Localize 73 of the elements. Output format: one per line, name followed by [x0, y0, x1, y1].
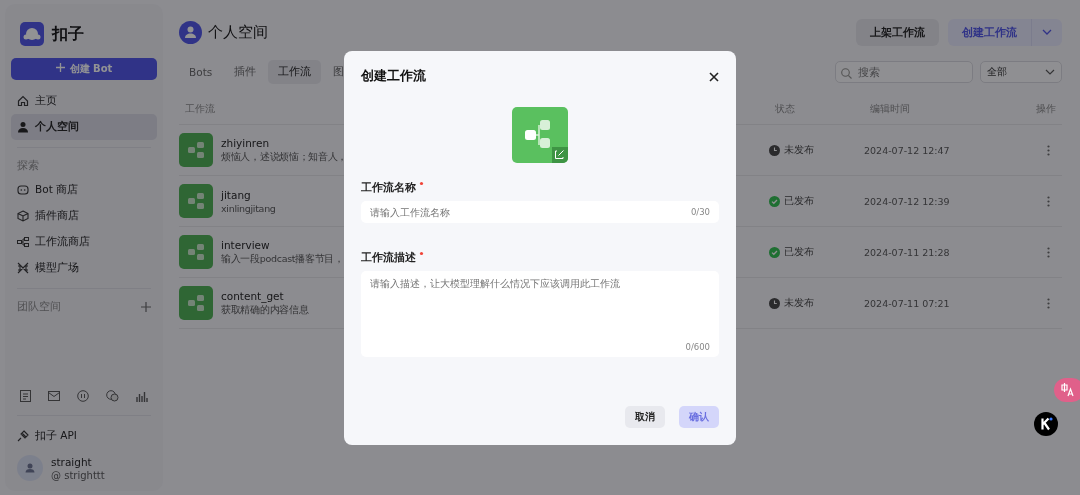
workflow-icon	[179, 133, 213, 167]
tab[interactable]: Bots	[179, 61, 223, 83]
chevron-down-icon	[1042, 29, 1052, 35]
extension-icon[interactable]	[1034, 412, 1058, 436]
chart-icon[interactable]	[136, 390, 149, 402]
search-field[interactable]: 搜索	[835, 61, 973, 83]
logo-icon	[20, 22, 44, 46]
user-handle: @ strighttt	[51, 469, 105, 481]
avatar-icon[interactable]	[17, 455, 43, 481]
check-icon	[769, 246, 780, 258]
clock-icon	[769, 297, 780, 309]
workflow-icon	[179, 235, 213, 269]
tab[interactable]: 工作流	[268, 60, 322, 84]
workflow-icon[interactable]	[512, 107, 568, 163]
edit-time: 2024-07-12 12:39	[864, 195, 951, 207]
workflow-description: 烦恼人，述说烦恼；知音人，	[221, 150, 348, 164]
workflow-name[interactable]: content_get	[221, 289, 309, 302]
more-icon[interactable]	[1047, 246, 1050, 258]
nav-item[interactable]: Bot 商店	[11, 177, 157, 203]
add-icon[interactable]	[141, 302, 151, 312]
workflow-icon	[179, 286, 213, 320]
app-name: 扣子	[52, 23, 84, 45]
edit-time: 2024-07-11 21:28	[864, 246, 951, 258]
character-counter: 0/30	[690, 207, 710, 217]
create-bot-button[interactable]: 创建 Bot	[11, 58, 157, 80]
flow-icon	[17, 236, 29, 248]
edit-time: 2024-07-12 12:47	[864, 144, 951, 156]
cube-icon	[17, 210, 29, 222]
avatar-icon	[179, 20, 202, 44]
document-icon[interactable]	[19, 390, 31, 402]
nav-item[interactable]: 主页	[11, 88, 157, 114]
character-counter: 0/600	[685, 342, 710, 352]
workflow-name[interactable]: jitang	[221, 188, 276, 201]
field-label: 工作流描述	[361, 251, 416, 265]
status-label: 未发布	[784, 143, 814, 157]
clock-icon	[769, 144, 780, 156]
dialog-title: 创建工作流	[361, 68, 426, 85]
nav-item[interactable]: 工作流商店	[11, 229, 157, 255]
search-icon	[841, 67, 852, 79]
page-title: 个人空间	[208, 22, 268, 42]
api-link[interactable]: 扣子 API	[11, 423, 157, 449]
close-icon[interactable]	[709, 71, 719, 82]
workflow-description: xinlingjitang	[221, 202, 276, 214]
workflow-name[interactable]: interview	[221, 238, 344, 251]
edit-time: 2024-07-11 07:21	[864, 297, 951, 309]
home-icon	[17, 95, 29, 107]
field-label: 工作流名称	[361, 181, 416, 195]
workflow-icon	[179, 184, 213, 218]
model-icon	[17, 262, 29, 274]
plus-icon	[55, 63, 65, 72]
tab[interactable]: 插件	[224, 60, 267, 84]
more-icon[interactable]	[1047, 144, 1050, 156]
user-name: straight	[51, 455, 93, 468]
check-icon	[769, 195, 780, 207]
publish-workflow-button[interactable]: 上架工作流	[856, 18, 939, 46]
bot-icon	[17, 184, 29, 196]
status-label: 未发布	[784, 296, 814, 310]
workflow-name[interactable]: zhiyinren	[221, 136, 348, 149]
nav-item[interactable]: 个人空间	[11, 114, 157, 140]
more-icon[interactable]	[1047, 297, 1050, 309]
translate-icon[interactable]	[1054, 378, 1080, 402]
status-label: 已发布	[784, 245, 814, 259]
more-icon[interactable]	[1047, 195, 1050, 207]
nav-item[interactable]: 插件商店	[11, 203, 157, 229]
mail-icon[interactable]	[47, 391, 60, 401]
status-label: 已发布	[784, 194, 814, 208]
cancel-button[interactable]: 取消	[625, 406, 665, 428]
nav-item[interactable]: 模型广场	[11, 255, 157, 281]
chevron-down-icon	[1045, 69, 1055, 75]
tab[interactable]: 图	[323, 60, 355, 84]
status-filter[interactable]: 全部	[980, 61, 1062, 83]
workflow-description: 获取精确的内容信息	[221, 303, 309, 317]
user-icon	[17, 121, 29, 133]
